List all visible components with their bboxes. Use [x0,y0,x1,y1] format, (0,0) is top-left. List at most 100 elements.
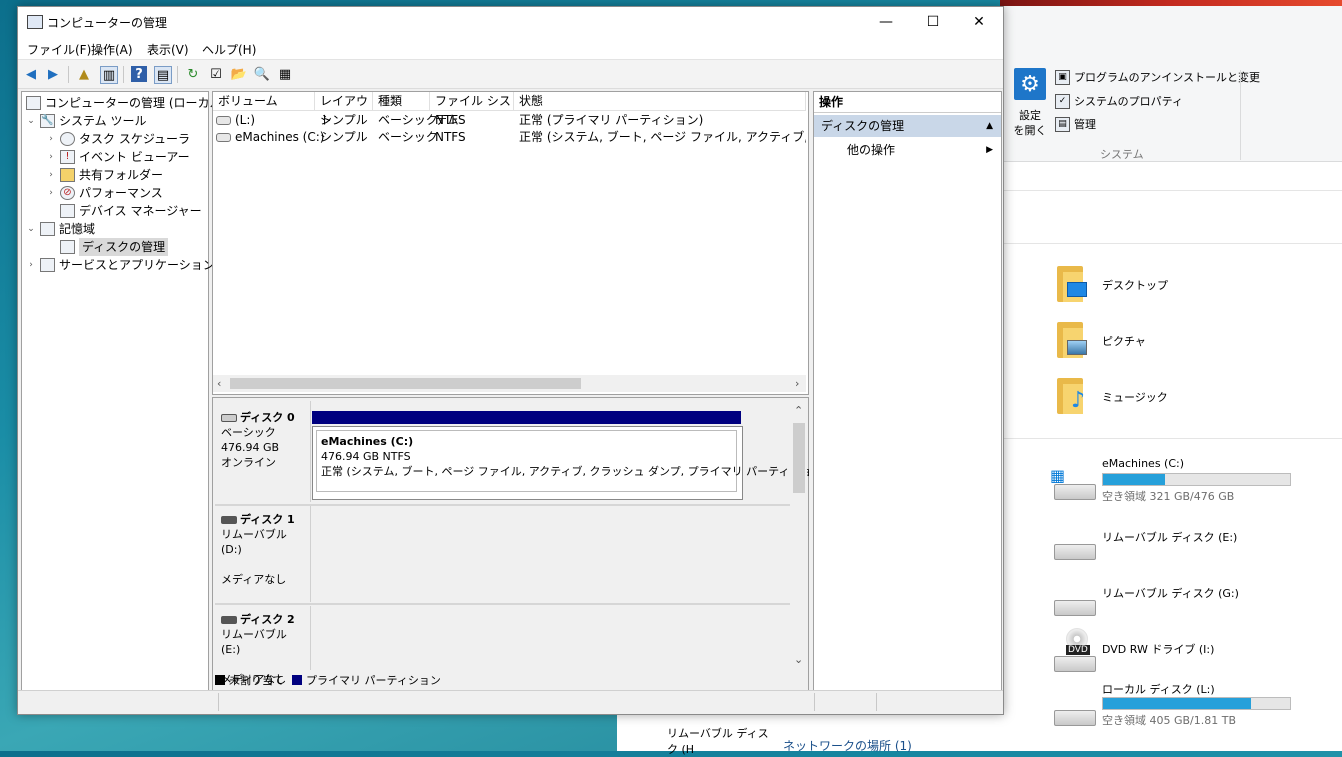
manage-button[interactable]: ▤ 管理 [1055,116,1096,132]
folder-label[interactable]: デスクトップ [1102,277,1168,293]
chevron-right-icon[interactable]: › [46,130,56,148]
drive-name[interactable]: リムーバブル ディスク (G:) [1102,585,1239,601]
disk-1-info[interactable]: ディスク 1 リムーバブル (D:) メディアなし [215,508,309,602]
performance-icon: ⊘ [60,186,75,200]
computer-management-window: コンピューターの管理 — ☐ ✕ ファイル(F) 操作(A) 表示(V) ヘルプ… [17,6,1004,715]
tree-item-task-scheduler[interactable]: › タスク スケジューラ [46,130,190,148]
chevron-right-icon[interactable]: › [46,166,56,184]
system-properties-button[interactable]: ✓ システムのプロパティ [1055,93,1183,109]
tree-item-disk-management[interactable]: ディスクの管理 [46,238,169,256]
primary-partition-stripe [312,411,741,424]
folder-label[interactable]: ミュージック [1102,389,1168,405]
tree-item-storage[interactable]: ⌄ 記憶域 [26,220,95,238]
show-hide-action-pane-icon[interactable]: ▤ [154,66,172,84]
toolbar-separator [177,66,178,83]
column-header-volume[interactable]: ボリューム [213,92,315,111]
legend-unallocated-label: 未割り当て [229,674,284,687]
table-row[interactable]: eMachines (C:) シンプル ベーシック NTFS 正常 (システム,… [213,129,806,146]
removable-drive-icon[interactable] [1052,530,1096,560]
column-header-status[interactable]: 状態 [514,92,806,111]
actions-section-disk-management[interactable]: ディスクの管理 ▲ [814,115,1001,137]
drive-c-icon[interactable] [1052,470,1096,500]
vertical-scrollbar[interactable]: ⌃ ⌄ [790,403,807,668]
music-folder-icon[interactable]: ♪ [1057,378,1085,414]
cell-filesystem: NTFS [435,130,466,144]
close-button[interactable]: ✕ [956,7,1002,37]
explorer-divider [1000,190,1342,191]
forward-arrow-icon[interactable]: ▶ [45,66,61,82]
help-icon[interactable]: ? [131,66,147,82]
scroll-up-icon[interactable]: ⌃ [794,404,803,417]
tree-item-performance[interactable]: › ⊘ パフォーマンス [46,184,163,202]
local-drive-icon[interactable] [1052,696,1096,726]
network-locations-label[interactable]: ネットワークの場所 (1) [783,737,912,754]
actions-more-item[interactable]: 他の操作 ▶ [814,140,1001,160]
menu-file[interactable]: ファイル(F) [27,41,91,58]
volume-list: ボリューム レイアウト 種類 ファイル システム 状態 (L:) シンプル ベー… [212,91,809,395]
tree-item-services-apps[interactable]: › サービスとアプリケーション [26,256,215,274]
chevron-right-icon[interactable]: › [26,256,36,274]
menu-help[interactable]: ヘルプ(H) [202,41,256,58]
desktop-folder-icon[interactable] [1057,266,1087,302]
table-row[interactable]: (L:) シンプル ベーシック NTFS 正常 (プライマリ パーティション) [213,112,806,129]
search-icon[interactable]: 🔍 [254,66,270,82]
show-hide-tree-icon[interactable]: ▥ [100,66,118,84]
properties-icon[interactable]: ☑ [208,66,224,82]
tree-item-root[interactable]: コンピューターの管理 (ローカル) [26,94,226,112]
folder-label[interactable]: ピクチャ [1102,333,1146,349]
minimize-button[interactable]: — [863,7,909,37]
clock-icon [60,132,75,146]
cell-layout: シンプル [320,113,368,127]
partition-size: 476.94 GB NTFS [321,450,411,463]
drive-name[interactable]: eMachines (C:) [1102,457,1184,470]
drive-name[interactable]: DVD RW ドライブ (I:) [1102,641,1214,657]
disk-row-divider [215,603,790,605]
title-bar[interactable]: コンピューターの管理 — ☐ ✕ [18,7,1003,37]
event-viewer-icon: ! [60,150,75,164]
disk-0-info[interactable]: ディスク 0 ベーシック 476.94 GB オンライン [215,406,309,502]
tree-item-shared-folders[interactable]: › 共有フォルダー [46,166,163,184]
drive-usage-bar [1102,473,1291,486]
chevron-right-icon[interactable]: › [46,184,56,202]
explorer-ribbon: ⚙ 設定 を開く ▣ プログラムのアンインストールと変更 ✓ システムのプロパテ… [1000,6,1342,162]
scroll-left-icon[interactable]: ‹ [217,377,221,390]
menu-action[interactable]: 操作(A) [91,41,133,58]
drive-name[interactable]: ローカル ディスク (L:) [1102,681,1215,697]
drive-name[interactable]: リムーバブル ディスク (E:) [1102,529,1237,545]
chevron-right-icon[interactable]: › [46,148,56,166]
shared-folder-icon [60,168,75,182]
open-folder-icon[interactable]: 📂 [231,66,247,82]
tree-item-event-viewer[interactable]: › ! イベント ビューアー [46,148,190,166]
volume-icon [216,116,231,125]
menu-view[interactable]: 表示(V) [147,41,189,58]
tree-item-device-manager[interactable]: デバイス マネージャー [46,202,202,220]
column-header-type[interactable]: 種類 [373,92,430,111]
toolbar-separator [68,66,69,83]
settings-gear-icon[interactable]: ⚙ [1014,68,1046,100]
column-header-filesystem[interactable]: ファイル システム [430,92,514,127]
back-arrow-icon[interactable]: ◀ [23,66,39,82]
open-settings-label[interactable]: 設定 を開く [1010,108,1050,138]
export-list-icon[interactable]: ▦ [277,66,293,82]
behind-window-fragment: リムーバブル ディスク (H [617,713,777,756]
scrollbar-thumb[interactable] [793,423,805,493]
partition-c[interactable]: eMachines (C:) 476.94 GB NTFS 正常 (システム, … [312,426,827,500]
up-folder-icon[interactable]: ▲ [76,66,92,82]
disk-2-info[interactable]: ディスク 2 リムーバブル (E:) メディアなし [215,608,309,686]
scroll-right-icon[interactable]: › [795,377,799,390]
uninstall-programs-button[interactable]: ▣ プログラムのアンインストールと変更 [1055,69,1260,85]
tree-item-system-tools[interactable]: ⌄ 🔧 システム ツール [26,112,146,130]
scroll-down-icon[interactable]: ⌄ [794,653,803,666]
removable-drive-icon[interactable] [1052,586,1096,616]
collapse-up-icon[interactable]: ▲ [986,115,993,137]
horizontal-scrollbar[interactable]: ‹ › [213,375,806,392]
refresh-icon[interactable]: ↻ [185,66,201,82]
column-header-layout[interactable]: レイアウト [315,92,373,127]
behind-row-label[interactable]: リムーバブル ディスク (H [667,725,777,757]
tools-icon: 🔧 [40,114,55,128]
scrollbar-thumb[interactable] [230,378,581,389]
pictures-folder-icon[interactable] [1057,322,1087,358]
chevron-down-icon[interactable]: ⌄ [26,112,36,130]
maximize-button[interactable]: ☐ [910,7,956,37]
chevron-down-icon[interactable]: ⌄ [26,220,36,238]
